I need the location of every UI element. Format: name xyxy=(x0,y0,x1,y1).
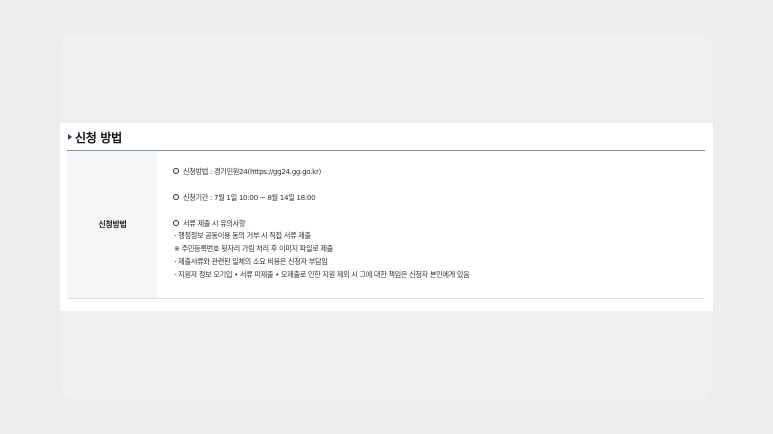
list-item-text: 서류 제출 시 유의사항 xyxy=(183,219,246,228)
note-line: - 행정정보 공동이용 동의 거부 시 직접 서류 제출 xyxy=(174,231,311,240)
section-title: 신청 방법 xyxy=(75,130,122,145)
list-item: 신청기간 : 7월 1일 10:00 ~ 8월 14일 18:00 xyxy=(173,193,316,203)
triangle-marker-icon xyxy=(68,134,72,140)
note-line: ※ 주민등록번호 뒷자리 가림 처리 후 이미지 파일로 제출 xyxy=(174,244,333,253)
application-method-section: 신청 방법 신청방법 신청방법 : 경기민원24(https://gg24.gg… xyxy=(60,123,713,311)
table-data-cell: 신청방법 : 경기민원24(https://gg24.gg.go.kr) 신청기… xyxy=(158,151,705,298)
circle-bullet-icon xyxy=(173,168,179,174)
list-item-text: 신청방법 : 경기민원24(https://gg24.gg.go.kr) xyxy=(183,167,322,176)
note-line: - 지원자 정보 오기입 • 서류 미제출 • 오제출로 인한 지원 제외 시 … xyxy=(174,270,470,279)
circle-bullet-icon xyxy=(173,194,179,200)
list-item: 서류 제출 시 유의사항 xyxy=(173,219,246,229)
info-table: 신청방법 신청방법 : 경기민원24(https://gg24.gg.go.kr… xyxy=(67,150,705,299)
list-item: 신청방법 : 경기민원24(https://gg24.gg.go.kr) xyxy=(173,167,321,177)
modal-card: 신청 방법 신청방법 신청방법 : 경기민원24(https://gg24.gg… xyxy=(60,33,713,400)
section-header: 신청 방법 xyxy=(68,127,122,147)
table-header-cell: 신청방법 xyxy=(67,151,158,298)
note-line: - 제출서류와 관련된 일체의 소요 비용은 신청자 부담임 xyxy=(174,257,328,266)
table-header-label: 신청방법 xyxy=(98,220,127,229)
list-item-text: 신청기간 : 7월 1일 10:00 ~ 8월 14일 18:00 xyxy=(183,193,316,202)
circle-bullet-icon xyxy=(173,220,179,226)
